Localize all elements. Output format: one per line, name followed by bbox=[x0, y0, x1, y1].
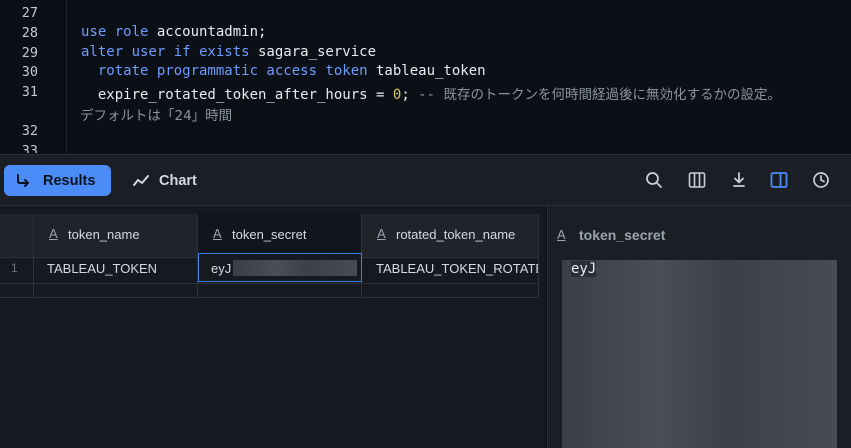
keyword: use role bbox=[81, 24, 149, 40]
detail-value[interactable]: eyJ bbox=[571, 261, 597, 277]
semicolon: ; bbox=[401, 87, 410, 103]
detail-title: token_secret bbox=[579, 227, 666, 243]
column-header-label: token_secret bbox=[232, 227, 307, 242]
line-number: 32 bbox=[21, 123, 38, 139]
search-icon[interactable] bbox=[642, 168, 666, 192]
results-toolbar: Results Chart bbox=[0, 154, 851, 206]
line-number: 31 bbox=[21, 84, 38, 100]
text-type-icon: A bbox=[557, 227, 566, 242]
column-header-token-secret[interactable]: A token_secret bbox=[198, 214, 361, 258]
grid-divider bbox=[33, 214, 34, 298]
keyword: rotate programmatic access token bbox=[81, 63, 368, 79]
code-line[interactable]: alter user if exists sagara_service bbox=[81, 44, 376, 60]
text-type-icon: A bbox=[377, 226, 386, 241]
selected-cell[interactable]: eyJ bbox=[198, 253, 362, 282]
line-chart-icon bbox=[133, 174, 149, 186]
chart-label: Chart bbox=[159, 172, 197, 189]
comment-wrap-line: デフォルトは「24」時間 bbox=[80, 108, 233, 124]
column-header-token-name[interactable]: A token_name bbox=[34, 214, 197, 258]
redacted-value bbox=[562, 260, 837, 448]
identifier: accountadmin; bbox=[148, 24, 267, 40]
code-line[interactable]: rotate programmatic access token tableau… bbox=[81, 63, 486, 79]
identifier: tableau_token bbox=[367, 63, 486, 79]
grid-divider bbox=[0, 297, 539, 298]
table-cell[interactable]: TABLEAU_TOKEN_ROTATED bbox=[376, 261, 538, 276]
line-number: 28 bbox=[21, 25, 38, 41]
text-type-icon: A bbox=[213, 226, 222, 241]
row-index-header bbox=[0, 214, 33, 258]
code-line[interactable]: expire_rotated_token_after_hours = 0; --… bbox=[81, 83, 781, 103]
code-line[interactable]: use role accountadmin; bbox=[81, 24, 266, 40]
results-grid: A token_name A token_secret A rotated_to… bbox=[0, 206, 546, 448]
table-cell[interactable]: TABLEAU_TOKEN bbox=[47, 261, 157, 276]
text-type-icon: A bbox=[49, 226, 58, 241]
columns-icon[interactable] bbox=[685, 168, 709, 192]
sql-editor[interactable]: 27 28 29 30 31 32 33 use role accountadm… bbox=[0, 0, 851, 153]
column-header-label: token_name bbox=[68, 227, 140, 242]
side-panel-icon[interactable] bbox=[767, 168, 791, 192]
return-arrow-icon bbox=[17, 173, 29, 187]
redacted-value bbox=[233, 260, 357, 276]
grid-divider bbox=[0, 283, 539, 284]
comment-text: 既存のトークンを何時間経過後に無効化するかの設定。 bbox=[443, 87, 781, 103]
column-header-rotated-token-name[interactable]: A rotated_token_name bbox=[362, 214, 538, 258]
download-icon[interactable] bbox=[727, 168, 751, 192]
keyword: alter user if exists bbox=[81, 44, 250, 60]
line-number: 30 bbox=[21, 64, 38, 80]
identifier: sagara_service bbox=[249, 44, 377, 60]
row-index: 1 bbox=[11, 261, 18, 275]
column-header-label: rotated_token_name bbox=[396, 227, 516, 242]
results-tab-button[interactable]: Results bbox=[4, 165, 111, 196]
table-cell: eyJ bbox=[211, 261, 232, 276]
results-label: Results bbox=[43, 172, 96, 189]
grid-divider bbox=[538, 214, 539, 298]
chart-tab-button[interactable]: Chart bbox=[132, 165, 197, 196]
cell-detail-panel: A token_secret eyJ bbox=[547, 206, 851, 448]
history-icon[interactable] bbox=[809, 168, 833, 192]
identifier: expire_rotated_token_after_hours = bbox=[81, 87, 393, 103]
comment-marker: -- bbox=[409, 87, 444, 103]
line-number: 27 bbox=[21, 5, 38, 21]
line-number: 33 bbox=[21, 143, 38, 153]
line-number: 29 bbox=[21, 45, 38, 61]
